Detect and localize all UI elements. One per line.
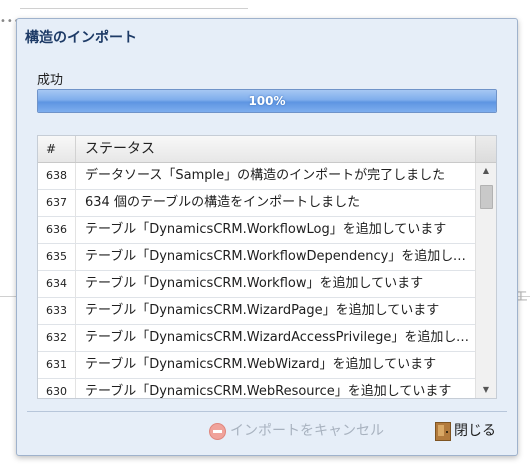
row-number: 633 [38,298,76,324]
grid-header-corner [475,136,496,162]
cancel-icon [209,422,226,440]
column-header-number[interactable]: # [38,136,76,162]
background-divider [20,8,248,9]
table-row[interactable]: 638 データソース「Sample」の構造のインポートが完了しました [38,163,476,190]
import-status-label: 成功 [37,73,64,88]
row-number: 631 [38,352,76,378]
import-log-grid: # ステータス 638 データソース「Sample」の構造のインポートが完了しま… [37,135,497,399]
row-status-message: テーブル「DynamicsCRM.WorkflowDependency」を追加し… [85,249,472,264]
table-row[interactable]: 633 テーブル「DynamicsCRM.WizardPage」を追加しています [38,298,476,325]
row-status-message: テーブル「DynamicsCRM.WizardPage」を追加しています [85,303,440,318]
row-status-message: テーブル「DynamicsCRM.WizardAccessPrivilege」を… [85,330,472,345]
row-number: 637 [38,190,76,216]
table-row[interactable]: 635 テーブル「DynamicsCRM.WorkflowDependency」… [38,244,476,271]
import-progress-bar: 100% [37,89,497,113]
table-row[interactable]: 636 テーブル「DynamicsCRM.WorkflowLog」を追加していま… [38,217,476,244]
cancel-import-button[interactable]: インポートをキャンセル [209,419,384,443]
row-number: 638 [38,163,76,189]
import-structure-dialog: 構造のインポート 成功 100% # ステータス 638 データソース「Samp… [16,18,518,456]
table-row[interactable]: 631 テーブル「DynamicsCRM.WebWizard」を追加しています [38,352,476,379]
row-status-message: テーブル「DynamicsCRM.Workflow」を追加しています [85,276,424,291]
row-status-message: テーブル「DynamicsCRM.WorkflowLog」を追加しています [85,222,447,237]
row-status-message: テーブル「DynamicsCRM.WebWizard」を追加しています [85,357,437,372]
row-number: 636 [38,217,76,243]
close-button-label: 閉じる [454,423,496,439]
cancel-import-label: インポートをキャンセル [230,423,384,439]
grid-vertical-scrollbar[interactable]: ▲ ▼ [475,163,496,398]
row-number: 632 [38,325,76,351]
triangle-down-icon[interactable]: ▼ [476,382,496,398]
row-status-message: テーブル「DynamicsCRM.WebResource」を追加しています [85,384,452,398]
background-divider [0,296,16,297]
column-header-status[interactable]: ステータス [77,136,155,162]
table-row[interactable]: 637 634 個のテーブルの構造をインポートしました [38,190,476,217]
row-number: 630 [38,379,76,398]
scrollbar-thumb[interactable] [480,185,493,209]
row-status-message: 634 個のテーブルの構造をインポートしました [85,195,361,210]
progress-text: 100% [248,94,286,108]
table-row[interactable]: 634 テーブル「DynamicsCRM.Workflow」を追加しています [38,271,476,298]
grid-header: # ステータス [38,136,496,163]
table-row[interactable]: 630 テーブル「DynamicsCRM.WebResource」を追加していま… [38,379,476,398]
triangle-up-icon[interactable]: ▲ [476,163,496,179]
dialog-title: 構造のインポート [25,30,137,46]
row-status-message: データソース「Sample」の構造のインポートが完了しました [85,168,446,183]
table-row[interactable]: 632 テーブル「DynamicsCRM.WizardAccessPrivile… [38,325,476,352]
grid-rows: 638 データソース「Sample」の構造のインポートが完了しました 637 6… [38,163,476,398]
close-button[interactable]: 閉じる [435,419,496,443]
door-icon [435,421,451,441]
row-number: 634 [38,271,76,297]
footer-divider [27,411,507,412]
row-number: 635 [38,244,76,270]
